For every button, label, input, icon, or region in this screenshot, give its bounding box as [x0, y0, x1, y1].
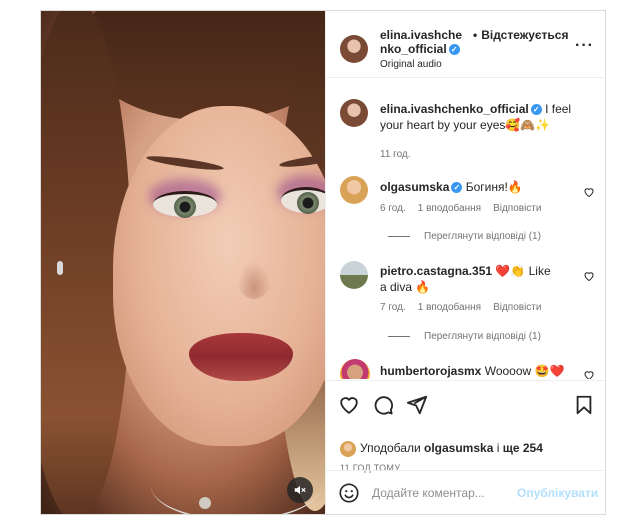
- view-replies-label[interactable]: Переглянути відповіді (1): [424, 331, 541, 342]
- author-avatar[interactable]: [340, 35, 368, 63]
- caption-time: 11 год.: [380, 149, 411, 160]
- caption-username[interactable]: elina.ivashchenko_official: [380, 102, 529, 116]
- speaker-muted-icon: [294, 485, 306, 495]
- comment-bubble-icon[interactable]: [372, 394, 394, 416]
- comment-input[interactable]: [372, 483, 510, 503]
- comment-time: 7 год.: [380, 302, 406, 313]
- comment-username[interactable]: humbertorojasmx: [380, 364, 481, 378]
- mute-button[interactable]: [287, 477, 313, 503]
- smiley-icon[interactable]: [338, 482, 360, 504]
- comment-heart-icon[interactable]: [583, 186, 595, 198]
- comment-username[interactable]: pietro.castagna.351: [380, 264, 492, 278]
- comment-body: Woooow 🤩❤️: [484, 364, 565, 378]
- paper-plane-icon[interactable]: [406, 394, 428, 416]
- verified-badge-icon: ✓: [530, 104, 542, 116]
- separator-dot: •: [473, 28, 478, 42]
- caption-avatar[interactable]: [340, 99, 368, 127]
- more-horizontal-icon[interactable]: ···: [575, 37, 594, 55]
- photo-eye-right: [281, 187, 325, 214]
- photo-nose: [237, 261, 271, 299]
- photo-pendant: [199, 497, 211, 509]
- follow-status-label[interactable]: Відстежується: [481, 28, 568, 42]
- likes-summary[interactable]: Уподобали olgasumska і ще 254: [340, 441, 543, 457]
- post-side-panel: elina.ivashche nko_official ✓ • Відстежуєт…: [325, 11, 607, 514]
- comment-time: 6 год.: [380, 203, 406, 214]
- verified-badge-icon: ✓: [451, 182, 463, 194]
- liker-username[interactable]: olgasumska: [424, 441, 493, 455]
- author-username-line2[interactable]: nko_official: [380, 42, 447, 56]
- post-card: elina.ivashche nko_official ✓ • Відстежуєт…: [40, 10, 607, 515]
- comment-likes[interactable]: 1 вподобання: [418, 302, 481, 313]
- bookmark-icon[interactable]: [573, 394, 595, 416]
- follow-status[interactable]: • Відстежується: [473, 28, 568, 42]
- comment-text: humbertorojasmx Woooow 🤩❤️: [380, 363, 590, 379]
- comment-text: olgasumska ✓ Богиня!🔥: [380, 179, 590, 195]
- publish-button[interactable]: Опублікувати: [517, 486, 598, 500]
- view-replies[interactable]: Переглянути відповіді (1): [388, 331, 541, 342]
- view-replies-label[interactable]: Переглянути відповіді (1): [424, 231, 541, 242]
- comment-meta: 6 год. 1 вподобання Відповісти: [380, 203, 553, 214]
- reply-button[interactable]: Відповісти: [493, 302, 541, 313]
- likes-connector: і: [496, 441, 500, 456]
- comment-avatar[interactable]: [340, 359, 370, 379]
- likes-others[interactable]: ще 254: [503, 441, 543, 455]
- comment-heart-icon[interactable]: [583, 270, 595, 282]
- heart-outline-icon[interactable]: [338, 394, 360, 416]
- post-header: elina.ivashche nko_official ✓ • Відстежуєт…: [326, 11, 607, 78]
- replies-line: [388, 335, 410, 337]
- comment-meta: 7 год. 1 вподобання Відповісти: [380, 302, 553, 313]
- post-photo[interactable]: [41, 11, 325, 514]
- author-username-line1[interactable]: elina.ivashche: [380, 28, 462, 42]
- view-replies[interactable]: Переглянути відповіді (1): [388, 231, 541, 242]
- liker-avatar: [340, 441, 356, 457]
- audio-link[interactable]: Original audio: [380, 59, 442, 70]
- add-comment-bar: Опублікувати: [326, 470, 607, 514]
- comment-body: Богиня!🔥: [465, 180, 523, 194]
- photo-eye-left: [153, 191, 217, 218]
- reply-button[interactable]: Відповісти: [493, 203, 541, 214]
- likes-prefix: Уподобали: [360, 441, 421, 456]
- comment-likes[interactable]: 1 вподобання: [418, 203, 481, 214]
- photo-earring: [57, 261, 63, 275]
- comment-heart-icon[interactable]: [583, 369, 595, 379]
- comment-avatar[interactable]: [340, 261, 368, 289]
- caption-text: elina.ivashchenko_official ✓ I feel your …: [380, 101, 590, 133]
- comment-text: pietro.castagna.351 ❤️👏 Like a diva 🔥: [380, 263, 560, 295]
- comment-username[interactable]: olgasumska: [380, 180, 449, 194]
- verified-badge-icon: ✓: [448, 44, 460, 56]
- comment-avatar[interactable]: [340, 176, 368, 204]
- replies-line: [388, 235, 410, 237]
- photo-face: [113, 106, 325, 446]
- comments-list[interactable]: elina.ivashchenko_official ✓ I feel your …: [326, 79, 607, 379]
